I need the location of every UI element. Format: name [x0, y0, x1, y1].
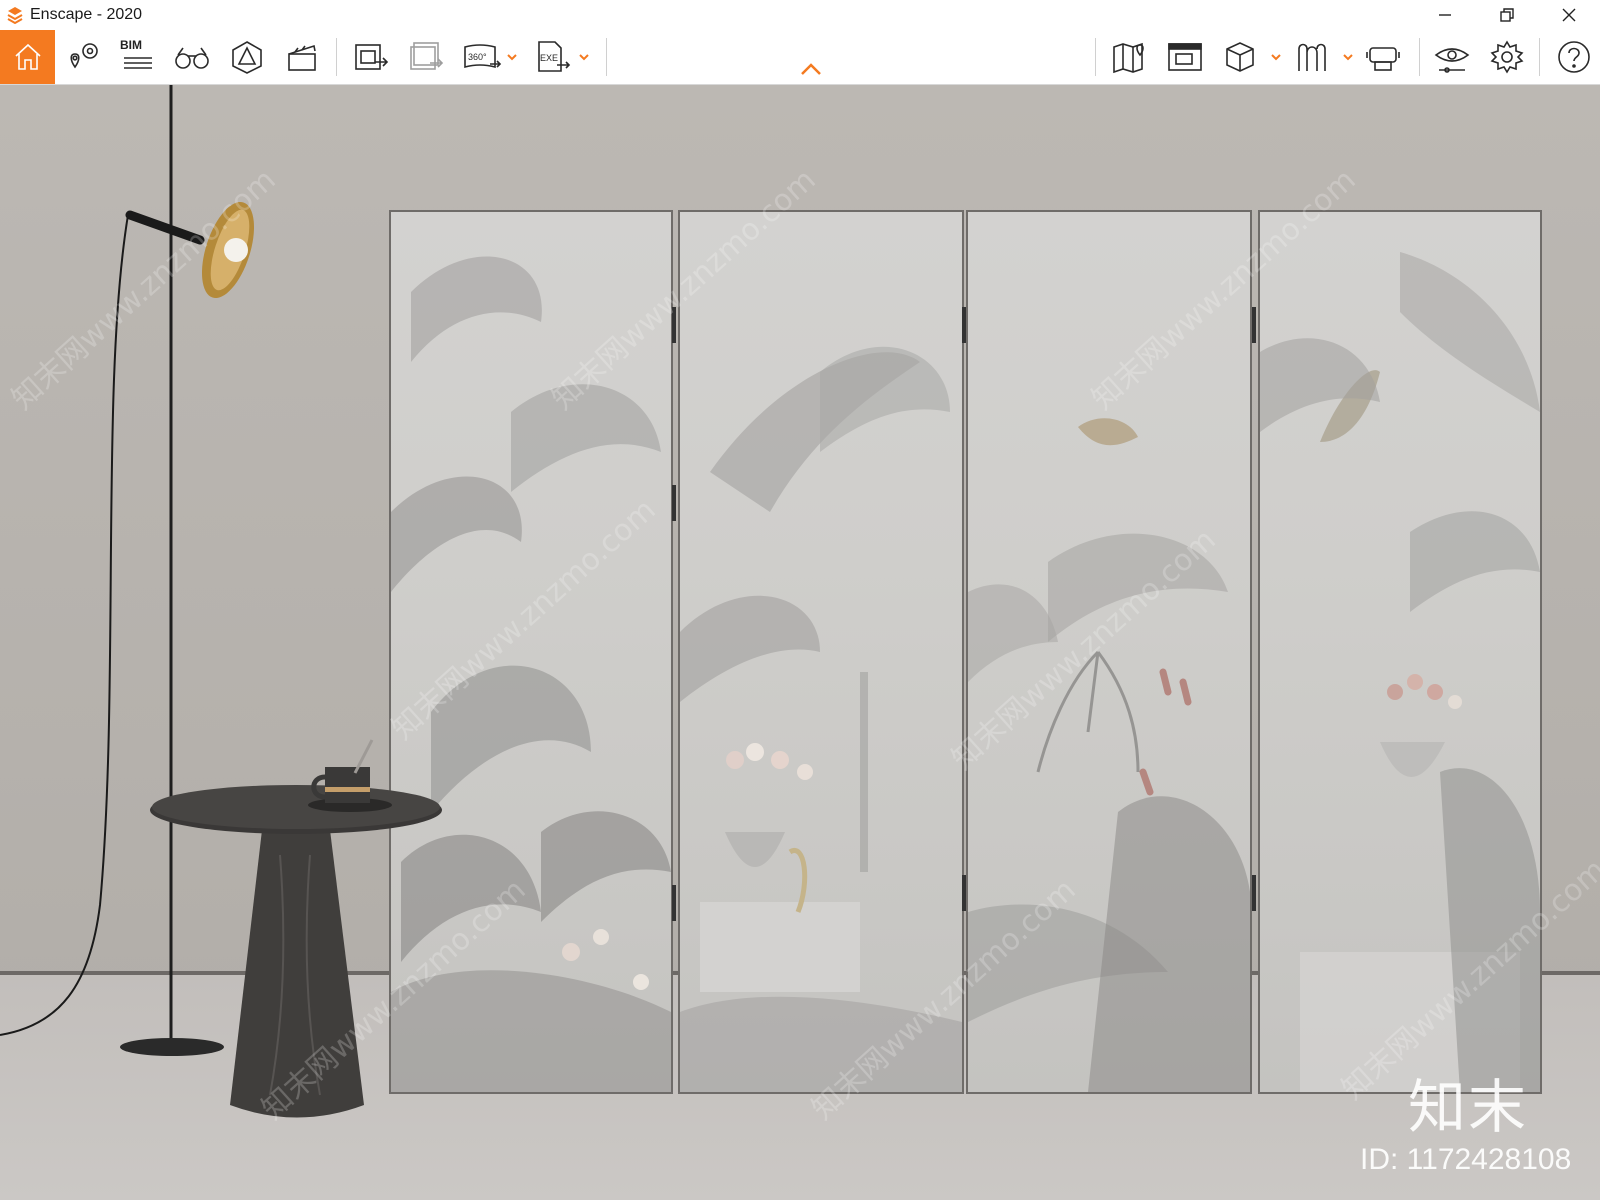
sync-location-icon	[70, 43, 98, 69]
window-controls	[1414, 0, 1600, 30]
panorama-360-label: 360°	[468, 52, 487, 62]
exe-dropdown-caret[interactable]	[577, 30, 591, 84]
batch-render-icon	[410, 42, 444, 70]
close-icon	[1562, 8, 1576, 22]
export-image-icon	[355, 44, 389, 70]
panorama-360-icon: 360°	[464, 44, 502, 69]
toolbar-separator	[1539, 38, 1540, 76]
collapse-toolbar-toggle[interactable]	[800, 62, 822, 81]
restore-icon	[1500, 8, 1514, 22]
chevron-down-icon	[579, 54, 589, 61]
chevron-down-icon	[507, 54, 517, 61]
export-exe-label: EXE	[540, 53, 558, 63]
video-clapper-icon	[288, 44, 316, 71]
toolbar-separator	[1095, 38, 1096, 76]
material-dropdown-caret[interactable]	[1341, 30, 1355, 84]
minimize-icon	[1439, 14, 1451, 16]
tropical-mural-art	[680, 346, 962, 1092]
title-bar: Enscape - 2020	[0, 0, 1600, 30]
chevron-down-icon	[1343, 54, 1353, 61]
home-icon	[14, 43, 41, 70]
visual-settings-button[interactable]	[1430, 30, 1474, 84]
view-management-button[interactable]	[1163, 30, 1207, 84]
chevron-up-icon	[801, 63, 821, 75]
sync-location-button[interactable]	[62, 30, 106, 84]
bim-button[interactable]: BIM	[116, 30, 160, 84]
screen-hinge	[1252, 307, 1256, 343]
settings-gear-icon	[1490, 40, 1524, 74]
sculpture-icon	[1298, 43, 1326, 71]
folding-screen-panel	[678, 210, 964, 1094]
toolbar-separator	[606, 38, 607, 76]
toolbar-separator	[336, 38, 337, 76]
map-icon	[1113, 42, 1144, 74]
screen-hinge	[962, 875, 966, 911]
export-exe-button[interactable]: EXE	[532, 30, 576, 84]
settings-button[interactable]	[1485, 30, 1529, 84]
home-button[interactable]	[0, 30, 55, 84]
bim-label: BIM	[120, 38, 142, 52]
restore-button[interactable]	[1476, 0, 1538, 30]
map-button[interactable]	[1108, 30, 1152, 84]
screen-hinge	[1252, 875, 1256, 911]
screen-hinge	[962, 307, 966, 343]
visual-settings-icon	[1434, 48, 1470, 73]
view-management-icon	[1168, 43, 1202, 71]
export-image-button[interactable]	[350, 30, 394, 84]
vr-headset-button[interactable]	[1362, 30, 1406, 84]
window-title: Enscape - 2020	[30, 6, 143, 23]
cube-dropdown-caret[interactable]	[1269, 30, 1283, 84]
minimize-button[interactable]	[1414, 0, 1476, 30]
asset-library-icon	[232, 41, 262, 74]
help-button[interactable]	[1552, 30, 1596, 84]
watermark-logo: 知末	[1408, 1073, 1529, 1141]
view-button[interactable]	[170, 30, 214, 84]
3d-view-button[interactable]	[1218, 30, 1262, 84]
video-editor-button[interactable]	[280, 30, 324, 84]
vr-headset-icon	[1366, 47, 1400, 71]
export-panorama-button[interactable]: 360°	[460, 30, 504, 84]
screen-hinge	[672, 885, 676, 921]
binoculars-icon	[175, 47, 209, 69]
material-editor-button[interactable]	[1290, 30, 1334, 84]
batch-render-button[interactable]	[405, 30, 449, 84]
toolbar-separator	[1419, 38, 1420, 76]
close-button[interactable]	[1538, 0, 1600, 30]
help-icon	[1558, 41, 1590, 73]
cube-icon	[1226, 42, 1254, 72]
panorama-dropdown-caret[interactable]	[505, 30, 519, 84]
chevron-down-icon	[1271, 54, 1281, 61]
render-viewport[interactable]: 知末网www.znzmo.com 知末网www.znzmo.com 知末网www…	[0, 85, 1600, 1200]
export-exe-icon: EXE	[538, 41, 571, 72]
enscape-logo-icon	[7, 7, 23, 24]
screen-hinge	[672, 485, 676, 521]
watermark-id: ID: 1172428108	[1360, 1143, 1572, 1176]
asset-library-button[interactable]	[225, 30, 269, 84]
